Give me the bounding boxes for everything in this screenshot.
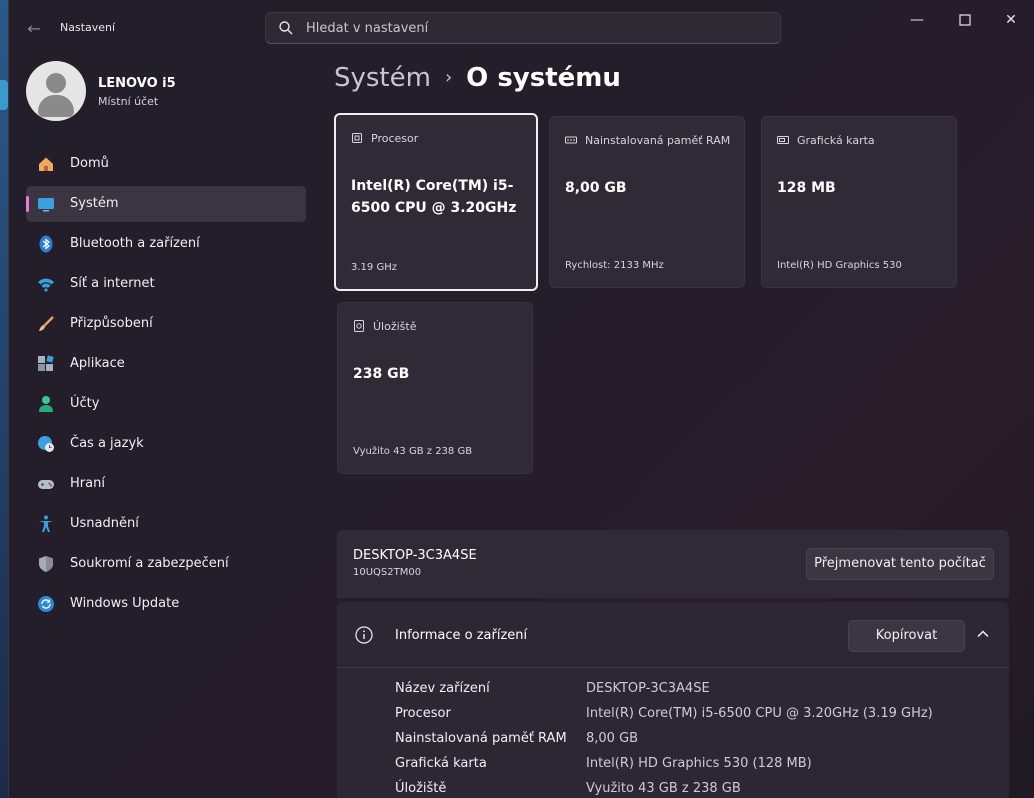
device-name: DESKTOP-3C3A4SE <box>353 548 477 563</box>
user-name: LENOVO i5 <box>98 76 176 91</box>
copy-button[interactable]: Kopírovat <box>848 620 965 652</box>
breadcrumb-separator: › <box>444 67 453 88</box>
spec-row: Název zařízení DESKTOP-3C3A4SE <box>395 681 995 703</box>
page-title: O systému <box>466 63 621 93</box>
ram-card[interactable]: Nainstalovaná paměť RAM 8,00 GB Rychlost… <box>549 116 745 288</box>
back-arrow-icon[interactable]: ← <box>23 18 45 40</box>
brush-icon <box>39 316 54 331</box>
desktop-shortcut-icon[interactable] <box>0 80 8 110</box>
card-value: 238 GB <box>353 366 410 382</box>
spec-row: Grafická karta Intel(R) HD Graphics 530 … <box>395 756 995 778</box>
close-icon[interactable]: ✕ <box>1001 10 1021 30</box>
monitor-icon <box>38 198 54 212</box>
gpu-card[interactable]: Grafická karta 128 MB Intel(R) HD Graphi… <box>761 116 957 288</box>
shield-icon <box>39 556 53 572</box>
card-title: Nainstalovaná paměť RAM <box>585 134 731 147</box>
card-title: Úložiště <box>373 320 417 333</box>
sidebar-item-system[interactable]: Systém <box>26 186 306 222</box>
gamepad-icon <box>38 480 54 489</box>
title-bar: ← Nastavení Hledat v nastavení — ✕ <box>9 0 1034 56</box>
wifi-icon <box>38 278 54 292</box>
breadcrumb-parent[interactable]: Systém <box>334 63 431 93</box>
sidebar-item-bluetooth[interactable]: Bluetooth a zařízení <box>26 226 306 262</box>
device-info-header[interactable]: Informace o zařízení Kopírovat <box>337 602 1009 668</box>
accessibility-icon <box>39 515 53 532</box>
account-type: Místní účet <box>98 95 159 108</box>
sidebar-item-home[interactable]: Domů <box>26 146 306 182</box>
spec-key: Procesor <box>395 706 451 721</box>
spec-value: 8,00 GB <box>586 731 639 746</box>
app-title: Nastavení <box>60 21 116 34</box>
sidebar-item-windows-update[interactable]: Windows Update <box>26 586 306 622</box>
spec-key: Grafická karta <box>395 756 487 771</box>
spec-key: Název zařízení <box>395 681 490 696</box>
sidebar-item-time-language[interactable]: Čas a jazyk <box>26 426 306 462</box>
sidebar-item-accessibility[interactable]: Usnadnění <box>26 506 306 542</box>
breadcrumb: Systém › O systému <box>334 63 621 93</box>
rename-pc-button[interactable]: Přejmenovat tento počítač <box>806 548 994 580</box>
card-subtitle: Využito 43 GB z 238 GB <box>353 446 473 457</box>
spec-key: Nainstalovaná paměť RAM <box>395 731 567 746</box>
memory-icon <box>565 136 577 144</box>
sidebar-item-personalization[interactable]: Přizpůsobení <box>26 306 306 342</box>
chevron-up-icon[interactable] <box>975 626 991 642</box>
apps-icon <box>38 355 54 371</box>
device-info-title: Informace o zařízení <box>395 628 528 643</box>
bluetooth-icon <box>39 235 53 253</box>
search-placeholder: Hledat v nastavení <box>306 21 429 36</box>
settings-window: ← Nastavení Hledat v nastavení — ✕ LENOV… <box>8 0 1034 798</box>
device-name-section: DESKTOP-3C3A4SE 10UQS2TM00 Přejmenovat t… <box>337 530 1009 598</box>
card-subtitle: Intel(R) HD Graphics 530 <box>777 260 902 271</box>
avatar[interactable] <box>26 61 86 121</box>
info-icon <box>355 626 373 644</box>
device-info-panel: Informace o zařízení Kopírovat Název zař… <box>337 602 1009 798</box>
sidebar-item-gaming[interactable]: Hraní <box>26 466 306 502</box>
globe-clock-icon <box>38 436 54 452</box>
spec-row: Nainstalovaná paměť RAM 8,00 GB <box>395 731 995 753</box>
card-value: 128 MB <box>777 180 836 196</box>
sidebar-item-privacy[interactable]: Soukromí a zabezpečení <box>26 546 306 582</box>
sidebar-nav: Domů Systém Bluetooth a zařízení Síť a i… <box>26 146 306 626</box>
search-icon <box>279 21 293 35</box>
device-model: 10UQS2TM00 <box>353 567 422 578</box>
search-input[interactable]: Hledat v nastavení <box>265 12 781 44</box>
storage-card[interactable]: Úložiště 238 GB Využito 43 GB z 238 GB <box>337 302 533 474</box>
spec-key: Úložiště <box>395 781 447 796</box>
spec-row: Úložiště Využito 43 GB z 238 GB <box>395 781 995 798</box>
home-icon <box>39 157 53 171</box>
maximize-icon[interactable] <box>955 10 975 30</box>
card-subtitle: Rychlost: 2133 MHz <box>565 260 664 271</box>
cpu-card[interactable]: Procesor Intel(R) Core(TM) i5-6500 CPU @… <box>334 113 538 291</box>
card-value: Intel(R) Core(TM) i5-6500 CPU @ 3.20GHz <box>351 178 517 216</box>
spec-value: DESKTOP-3C3A4SE <box>586 681 710 696</box>
card-subtitle: 3.19 GHz <box>351 262 397 273</box>
desktop-background <box>0 0 8 798</box>
spec-value: Využito 43 GB z 238 GB <box>586 781 741 796</box>
processor-icon <box>352 133 362 143</box>
minimize-icon[interactable]: — <box>907 10 927 30</box>
spec-value: Intel(R) HD Graphics 530 (128 MB) <box>586 756 812 771</box>
spec-value: Intel(R) Core(TM) i5-6500 CPU @ 3.20GHz … <box>586 706 933 721</box>
update-icon <box>38 596 54 612</box>
storage-icon <box>354 320 364 332</box>
graphics-card-icon <box>777 136 789 144</box>
card-title: Grafická karta <box>797 134 875 147</box>
person-icon <box>39 396 53 412</box>
sidebar-item-network[interactable]: Síť a internet <box>26 266 306 302</box>
sidebar-item-apps[interactable]: Aplikace <box>26 346 306 382</box>
card-value: 8,00 GB <box>565 180 627 196</box>
sidebar-item-accounts[interactable]: Účty <box>26 386 306 422</box>
card-title: Procesor <box>371 132 419 145</box>
spec-row: Procesor Intel(R) Core(TM) i5-6500 CPU @… <box>395 706 995 728</box>
